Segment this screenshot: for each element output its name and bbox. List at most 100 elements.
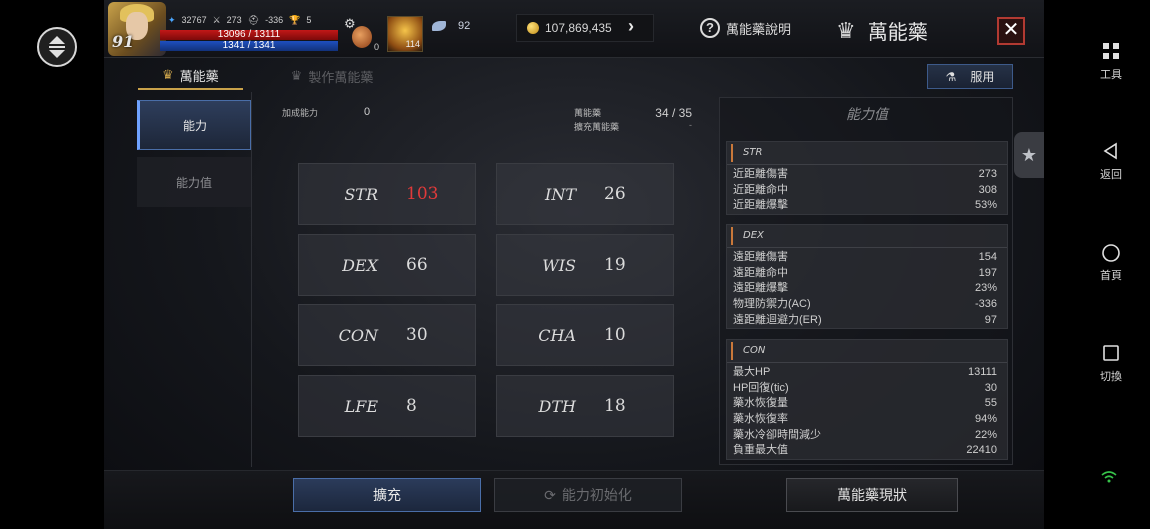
main-tabs: ♛ 萬能藥 ♛ 製作萬能藥	[138, 62, 397, 90]
bonus-label: 加成能力	[282, 108, 319, 118]
divider	[251, 92, 252, 467]
stat-row: 遠距離傷害 154	[727, 250, 1007, 266]
use-button-label: 服用	[970, 70, 995, 84]
stat-label: 近距離傷害	[733, 168, 788, 180]
left-letterbox	[0, 0, 104, 529]
tab-label: 製作萬能藥	[308, 69, 374, 85]
stat-label: 近距離命中	[733, 183, 788, 196]
feather-icon	[432, 21, 446, 31]
stat-label: 藥水恢復率	[733, 413, 788, 426]
chevron-right-icon[interactable]: ›	[628, 16, 634, 37]
expand-button[interactable]: 擴充	[293, 478, 481, 512]
wifi-icon	[1101, 470, 1117, 486]
floating-nav-button[interactable]	[37, 27, 77, 67]
android-nav-switch[interactable]: 切換	[1084, 344, 1138, 384]
stat-label: 近距離爆擊	[733, 199, 788, 212]
refresh-icon: ⟳	[544, 486, 556, 503]
ability-card-int[interactable]: INT 26	[496, 163, 674, 225]
stat-value: 30	[984, 381, 997, 394]
ability-value: 30	[406, 325, 428, 345]
ability-name: WIS	[542, 255, 576, 275]
stat-label: 藥水冷卻時間減少	[733, 428, 821, 441]
mp-bar: 1341 / 1341	[160, 41, 338, 51]
crown-icon: ♛	[836, 17, 856, 43]
tab-craft-panacea[interactable]: ♛ 製作萬能藥	[267, 62, 398, 90]
stat-value: -336	[974, 298, 997, 311]
stat-label: 藥水恢復量	[733, 397, 788, 410]
game-viewport: 91 ✦ 32767 ⚔ 273 ⛑ -336 🏆 5 13096 / 13111 13…	[104, 0, 1044, 529]
ability-value: 26	[604, 184, 626, 204]
stat-value: 97	[984, 313, 997, 326]
stats-panel-title: 能力值	[846, 107, 888, 123]
tab-panacea[interactable]: ♛ 萬能藥	[138, 62, 243, 90]
help-button[interactable]: ? 萬能藥說明	[700, 18, 791, 38]
stat-row: 物理防禦力(AC) -336	[727, 297, 1007, 313]
ability-card-dth[interactable]: DTH 18	[496, 375, 674, 437]
ability-name: STR	[344, 184, 378, 204]
crown-icon: ♛	[162, 67, 174, 82]
stat-value: 273	[978, 168, 997, 180]
close-icon: ✕	[1002, 19, 1020, 41]
android-nav-tools[interactable]: 工具	[1084, 42, 1138, 82]
ability-card-cha[interactable]: CHA 10	[496, 304, 674, 366]
item-slot[interactable]: 114	[387, 16, 423, 52]
stat-value: 273	[226, 15, 242, 25]
stat-row: 最大HP 13111	[727, 365, 1007, 381]
ability-card-str[interactable]: STR 103	[298, 163, 476, 225]
android-nav-label: 首頁	[1100, 270, 1122, 282]
ability-card-con[interactable]: CON 30	[298, 304, 476, 366]
feather-currency: 92	[432, 20, 470, 32]
star-icon[interactable]: ★	[1014, 132, 1044, 178]
up-down-arrows-icon	[49, 36, 65, 58]
hp-bar: 13096 / 13111	[160, 30, 338, 40]
use-button[interactable]: ⚗ 服用	[927, 64, 1013, 89]
side-tab-stats[interactable]: 能力值	[137, 157, 251, 207]
close-button[interactable]: ✕	[997, 17, 1025, 45]
stat-row: HP回復(tic) 30	[727, 381, 1007, 397]
gold-amount: 107,869,435	[545, 21, 612, 35]
potion-slot[interactable]: ⚙ 0	[344, 16, 380, 54]
expand-panacea-value: -	[689, 120, 692, 130]
panacea-value: 34 / 35	[655, 106, 692, 120]
stat-group-header: DEX	[731, 227, 1007, 245]
stat-row: 遠距離爆擊 23%	[727, 281, 1007, 297]
stat-value: 5	[306, 15, 312, 25]
ability-card-wis[interactable]: WIS 19	[496, 234, 674, 296]
ability-card-dex[interactable]: DEX 66	[298, 234, 476, 296]
stat-value: 13111	[968, 366, 997, 378]
panacea-status-button[interactable]: 萬能藥現狀	[786, 478, 958, 512]
ability-value: 103	[406, 184, 439, 204]
ability-card-lfe[interactable]: LFE 8	[298, 375, 476, 437]
stat-row: 近距離傷害 273	[727, 167, 1007, 183]
ability-value: 10	[604, 325, 626, 345]
potion-count: 0	[374, 42, 380, 52]
ability-name: LFE	[344, 396, 378, 416]
ability-value: 8	[406, 396, 417, 416]
bonus-ability: 加成能力 0	[282, 106, 370, 119]
reset-ability-button[interactable]: ⟳ 能力初始化	[494, 478, 682, 512]
stat-value: 23%	[974, 282, 997, 295]
gold-coin-icon	[527, 22, 539, 34]
expand-panacea-label: 擴充萬能藥	[574, 122, 620, 132]
side-tab-ability[interactable]: 能力	[137, 100, 251, 150]
potion-icon: ⚗	[945, 69, 957, 84]
sword-icon: ⚔	[212, 15, 221, 25]
trophy-icon: 🏆	[289, 15, 301, 25]
tab-label: 萬能藥	[179, 68, 219, 84]
stat-row: 負重最大值 22410	[727, 443, 1007, 459]
ability-value: 19	[604, 255, 626, 275]
android-nav-home[interactable]: 首頁	[1084, 243, 1138, 283]
stat-label: 遠距離命中	[733, 266, 788, 279]
stat-label: HP回復(tic)	[733, 381, 789, 394]
back-icon	[1084, 142, 1138, 166]
stat-label: 遠距離傷害	[733, 251, 788, 263]
stats-panel[interactable]: 能力值 STR 近距離傷害 273 近距離命中 308 近距離爆擊 53% DEX 遠…	[719, 97, 1013, 465]
stat-group-con: CON 最大HP 13111 HP回復(tic) 30 藥水恢復量 55 藥水恢復率 9…	[726, 339, 1008, 461]
stat-value: 32767	[181, 15, 207, 25]
stat-value: 94%	[974, 413, 997, 426]
question-icon: ?	[700, 18, 720, 38]
stat-value: 154	[978, 251, 997, 263]
android-nav-back[interactable]: 返回	[1084, 142, 1138, 182]
character-level: 91	[112, 32, 135, 51]
item-count: 114	[405, 39, 420, 49]
